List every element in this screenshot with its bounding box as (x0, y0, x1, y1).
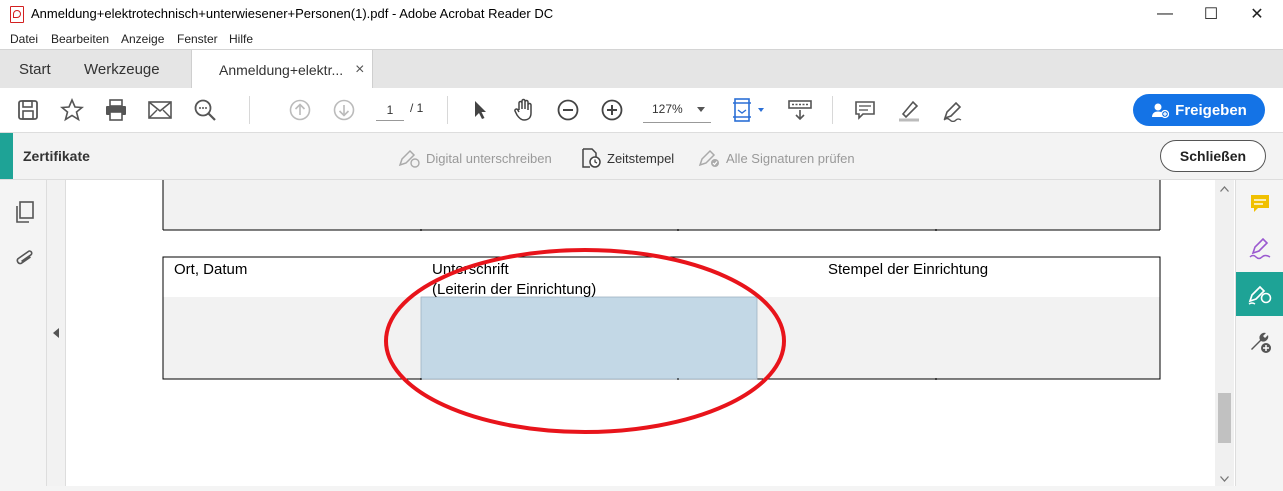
scroll-down-icon[interactable] (1220, 476, 1229, 482)
certificates-tool-icon[interactable] (1236, 272, 1283, 316)
scroll-up-icon[interactable] (1220, 186, 1229, 192)
highlight-ellipse (384, 248, 786, 434)
vertical-scrollbar[interactable] (1215, 180, 1234, 491)
right-tools-panel (1235, 180, 1283, 491)
comment-tool-icon[interactable] (1236, 182, 1283, 226)
acrobat-window: Anmeldung+elektrotechnisch+unterwiesener… (0, 0, 1283, 491)
fill-sign-tool-icon[interactable] (1236, 226, 1283, 270)
more-tools-icon[interactable] (1236, 320, 1283, 364)
scrollbar-thumb[interactable] (1218, 393, 1231, 443)
status-strip (0, 486, 1283, 491)
